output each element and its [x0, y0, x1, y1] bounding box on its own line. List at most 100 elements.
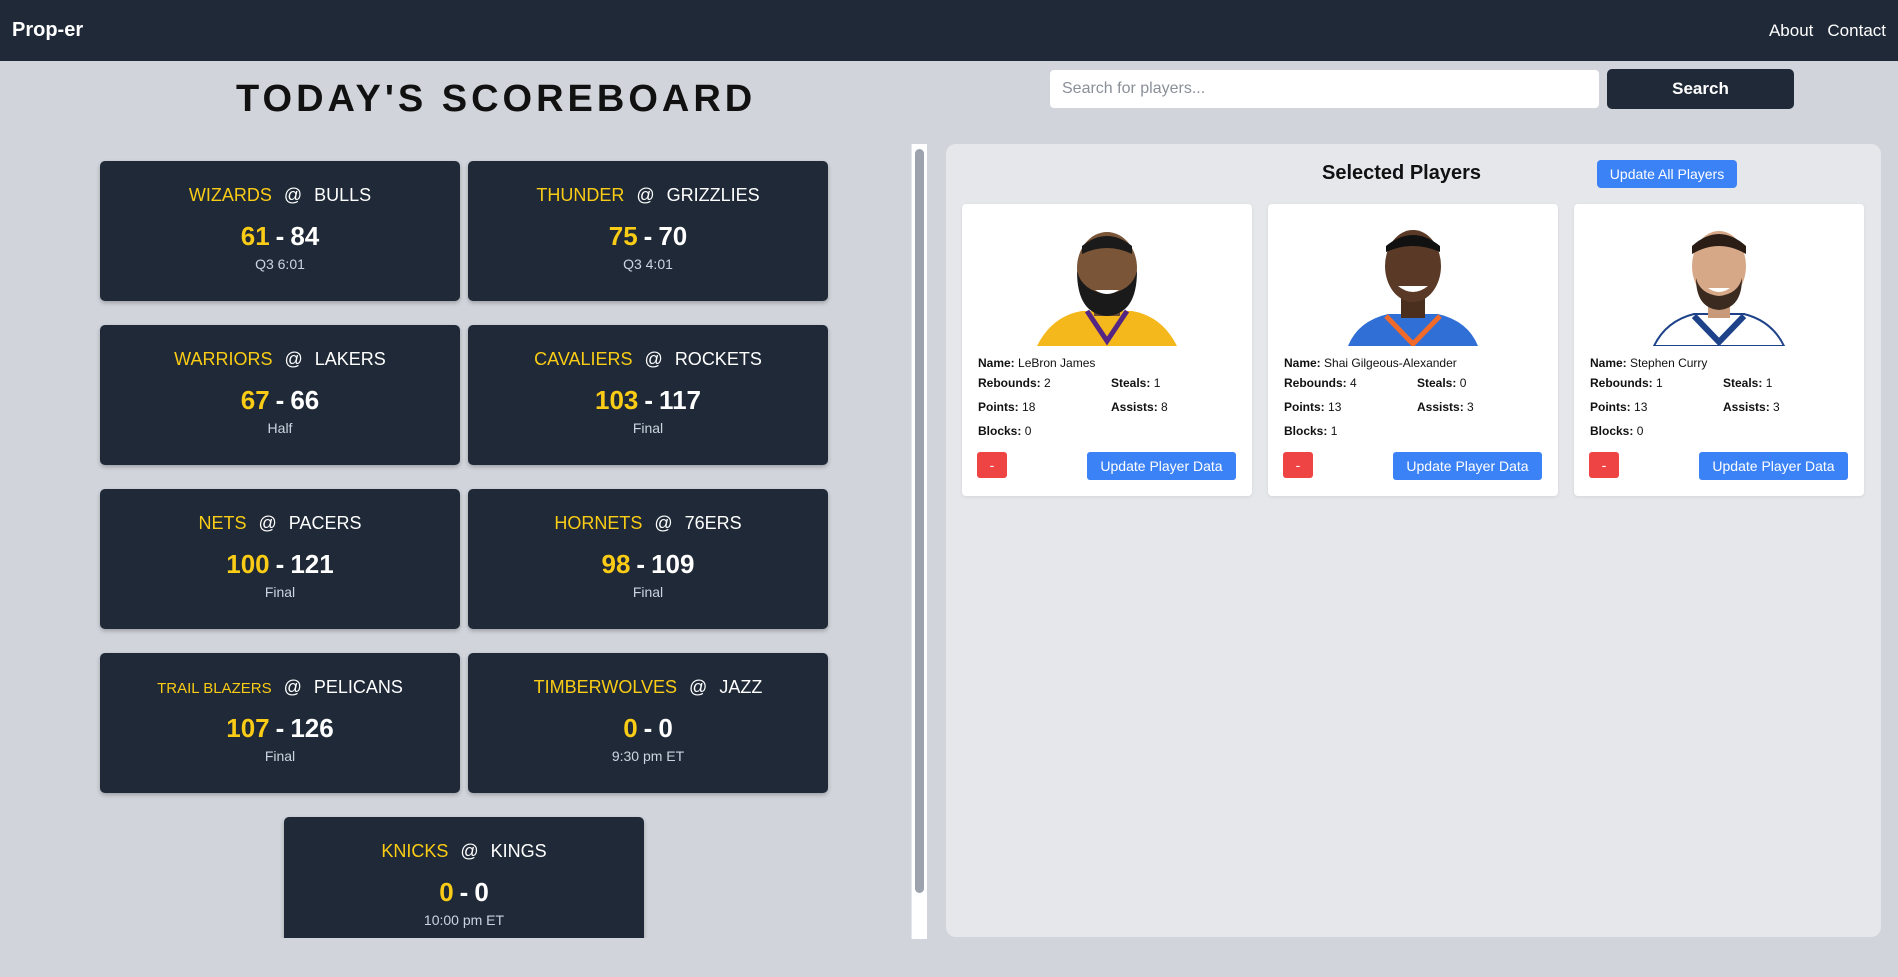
game-status: Q3 4:01 — [623, 256, 673, 272]
home-team: ROCKETS — [674, 349, 762, 369]
scrollbar-thumb[interactable] — [915, 149, 924, 893]
points-value: 13 — [1634, 400, 1648, 414]
points-label: Points: — [1284, 400, 1325, 414]
navbar: Prop-er About Contact — [0, 0, 1898, 61]
name-label: Name: — [1284, 356, 1321, 370]
remove-player-button[interactable]: - — [1589, 452, 1619, 478]
player-blocks: Blocks: 1 — [1284, 424, 1337, 438]
player-assists: Assists: 8 — [1111, 400, 1168, 414]
game-status: Q3 6:01 — [255, 256, 305, 272]
points-label: Points: — [1590, 400, 1631, 414]
score-dash: - — [275, 549, 285, 579]
player-rebounds: Rebounds: 1 — [1590, 376, 1663, 390]
assists-value: 8 — [1161, 400, 1168, 414]
away-team: HORNETS — [554, 513, 643, 533]
steals-value: 0 — [1459, 376, 1467, 390]
name-label: Name: — [978, 356, 1015, 370]
remove-player-button[interactable]: - — [977, 452, 1007, 478]
update-player-button[interactable]: Update Player Data — [1699, 452, 1848, 480]
blocks-label: Blocks: — [1590, 424, 1634, 438]
rebounds-label: Rebounds: — [978, 376, 1041, 390]
away-score: 103 — [594, 385, 639, 415]
game-status: 10:00 pm ET — [423, 912, 505, 928]
update-player-button[interactable]: Update Player Data — [1087, 452, 1236, 480]
player-photo — [1032, 216, 1182, 346]
player-name: Name: Shai Gilgeous-Alexander — [1284, 356, 1457, 370]
player-portrait-icon — [1348, 230, 1478, 346]
blocks-label: Blocks: — [978, 424, 1022, 438]
home-score: 0 — [474, 877, 489, 907]
home-score: 84 — [290, 221, 320, 251]
search-button[interactable]: Search — [1607, 69, 1794, 109]
away-score: 0 — [439, 877, 454, 907]
away-score: 100 — [226, 549, 270, 579]
player-steals: Steals: 1 — [1111, 376, 1160, 390]
nav-contact-link[interactable]: Contact — [1827, 21, 1886, 41]
player-steals: Steals: 0 — [1417, 376, 1466, 390]
at-symbol: @ — [689, 677, 708, 697]
remove-player-button[interactable]: - — [1283, 452, 1313, 478]
rebounds-label: Rebounds: — [1284, 376, 1347, 390]
game-card: KNICKS @ KINGS 0-0 10:00 pm ET — [284, 817, 644, 938]
at-symbol: @ — [654, 513, 673, 533]
player-portrait-icon — [1037, 232, 1177, 346]
player-blocks: Blocks: 0 — [1590, 424, 1643, 438]
game-status: Final — [632, 584, 664, 600]
player-points: Points: 13 — [1590, 400, 1647, 414]
away-team: CAVALIERS — [534, 349, 633, 369]
game-status: Final — [264, 584, 296, 600]
assists-label: Assists: — [1723, 400, 1770, 414]
away-team: TRAIL BLAZERS — [157, 680, 272, 697]
at-symbol: @ — [284, 349, 303, 369]
at-symbol: @ — [636, 185, 655, 205]
score-dash: - — [275, 385, 285, 415]
player-points: Points: 13 — [1284, 400, 1341, 414]
away-team: KNICKS — [381, 841, 449, 861]
blocks-value: 1 — [1330, 424, 1338, 438]
games-scrollbar[interactable] — [911, 144, 927, 939]
scoreboard-title: Today's Scoreboard — [236, 78, 757, 120]
away-score: 67 — [240, 385, 270, 415]
brand-logo[interactable]: Prop-er — [12, 19, 83, 42]
nav-about-link[interactable]: About — [1769, 21, 1813, 41]
home-team: PELICANS — [313, 677, 403, 697]
search-input[interactable] — [1049, 69, 1600, 109]
score-dash: - — [643, 713, 653, 743]
home-team: GRIZZLIES — [666, 185, 760, 205]
assists-value: 3 — [1773, 400, 1780, 414]
home-score: 0 — [658, 713, 673, 743]
games-list[interactable]: WIZARDS @ BULLS 61-84 Q3 6:01 THUNDER @ GRIZ… — [0, 140, 926, 938]
home-score: 109 — [651, 549, 695, 579]
game-status: 9:30 pm ET — [611, 748, 685, 764]
home-team: JAZZ — [719, 677, 763, 697]
player-assists: Assists: 3 — [1723, 400, 1780, 414]
blocks-label: Blocks: — [1284, 424, 1328, 438]
player-portrait-icon — [1652, 231, 1786, 346]
player-assists: Assists: 3 — [1417, 400, 1474, 414]
name-label: Name: — [1590, 356, 1627, 370]
away-score: 75 — [608, 221, 638, 251]
name-value: LeBron James — [1018, 356, 1096, 370]
away-team: NETS — [198, 513, 247, 533]
update-player-button[interactable]: Update Player Data — [1393, 452, 1542, 480]
update-all-players-button[interactable]: Update All Players — [1597, 160, 1737, 188]
rebounds-value: 2 — [1044, 376, 1051, 390]
player-name: Name: Stephen Curry — [1590, 356, 1707, 370]
game-card: TIMBERWOLVES @ JAZZ 0-0 9:30 pm ET — [468, 653, 828, 793]
at-symbol: @ — [283, 185, 303, 205]
blocks-value: 0 — [1636, 424, 1644, 438]
at-symbol: @ — [460, 841, 479, 861]
steals-value: 1 — [1765, 376, 1773, 390]
away-score: 98 — [601, 549, 631, 579]
player-card: Name: LeBron James Rebounds: 2 Steals: 1… — [962, 204, 1252, 496]
home-score: 66 — [290, 385, 320, 415]
score-dash: - — [459, 877, 469, 907]
away-team: THUNDER — [536, 185, 625, 205]
selected-players-title: Selected Players — [1322, 162, 1481, 184]
game-card: CAVALIERS @ ROCKETS 103-117 Final — [468, 325, 828, 465]
player-blocks: Blocks: 0 — [978, 424, 1031, 438]
home-score: 126 — [290, 713, 334, 743]
home-team: KINGS — [490, 841, 547, 861]
player-card: Name: Stephen Curry Rebounds: 1 Steals: … — [1574, 204, 1864, 496]
away-score: 0 — [623, 713, 638, 743]
